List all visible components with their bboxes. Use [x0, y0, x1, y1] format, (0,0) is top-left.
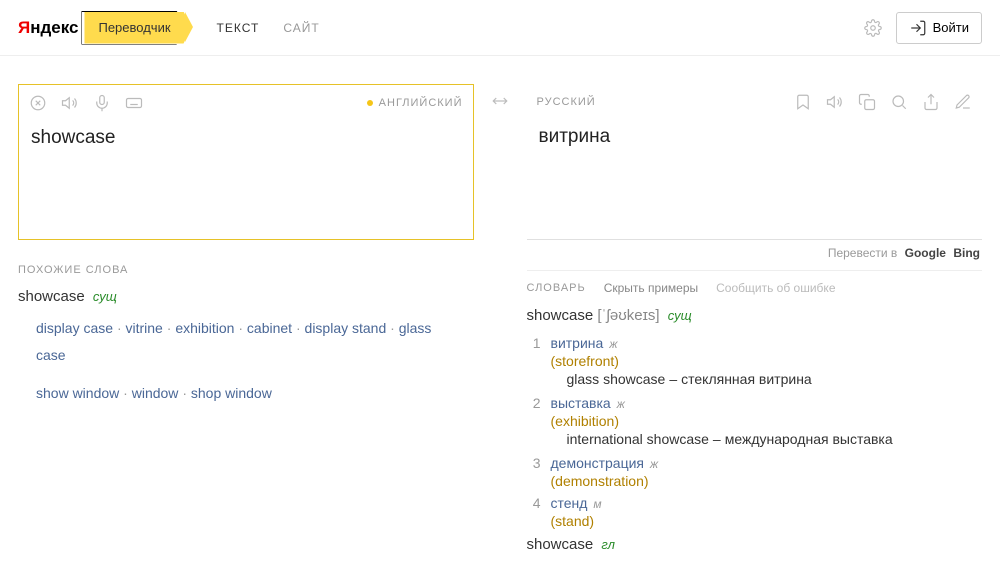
dict-word: showcase — [527, 307, 594, 324]
header: Яндекс Переводчик ТЕКСТ САЙТ Войти — [0, 0, 1000, 56]
logo-rest: ндекс — [30, 18, 78, 37]
dict-pos: сущ — [668, 308, 692, 323]
logo-product-wrap[interactable]: Переводчик — [82, 12, 184, 44]
target-lang[interactable]: РУССКИЙ — [537, 96, 596, 108]
similar-title: ПОХОЖИЕ СЛОВА — [18, 264, 128, 276]
close-icon[interactable] — [29, 94, 47, 112]
dict-headword: showcase [ˈʃəʊkeɪs] сущ — [527, 303, 979, 328]
source-lang-label: АНГЛИЙСКИЙ — [379, 97, 463, 109]
header-right: Войти — [864, 12, 982, 44]
dictionary-title: СЛОВАРЬ — [527, 282, 586, 294]
similar-section: ПОХОЖИЕ СЛОВА showcase сущ display case … — [18, 240, 474, 413]
translate-in-label: Перевести в — [828, 246, 897, 260]
synonym-link[interactable]: window — [132, 385, 179, 401]
edit-icon[interactable] — [954, 93, 972, 111]
nav-tabs: ТЕКСТ САЙТ — [217, 21, 320, 35]
target-toolbar: РУССКИЙ — [527, 84, 983, 120]
dict-pos-2: гл — [601, 537, 615, 552]
dict-headword-2: showcase гл — [527, 532, 979, 557]
dict-ipa: [ˈʃəʊkeɪs] — [597, 307, 659, 324]
dict-translation[interactable]: выставка — [551, 395, 611, 411]
dict-gender: ж — [617, 397, 625, 411]
hide-examples-link[interactable]: Скрыть примеры — [604, 281, 698, 295]
dict-sense: 3 демонстрация ж (demonstration) — [527, 452, 979, 492]
dict-gloss: (demonstration) — [551, 471, 979, 489]
tab-text[interactable]: ТЕКСТ — [217, 21, 260, 35]
share-icon[interactable] — [922, 93, 940, 111]
engine-bing[interactable]: Bing — [953, 246, 980, 260]
synonym-link[interactable]: show window — [36, 385, 119, 401]
dict-sense: 4 стенд м (stand) — [527, 492, 979, 532]
report-error-link[interactable]: Сообщить об ошибке — [716, 281, 835, 295]
dict-num: 2 — [527, 395, 541, 449]
dict-num: 4 — [527, 495, 541, 529]
source-input[interactable]: showcase — [19, 121, 473, 161]
login-label: Войти — [933, 20, 969, 35]
login-icon — [909, 19, 927, 37]
source-box: АНГЛИЙСКИЙ showcase — [18, 84, 474, 240]
dict-gender: ж — [650, 457, 658, 471]
dict-word-2: showcase — [527, 536, 594, 553]
synonym-link[interactable]: exhibition — [175, 320, 234, 336]
dict-gloss: (exhibition) — [551, 411, 979, 429]
tab-site[interactable]: САЙТ — [283, 21, 319, 35]
swap-column — [484, 84, 516, 557]
dictionary-bar: СЛОВАРЬ Скрыть примеры Сообщить об ошибк… — [527, 270, 983, 303]
target-output: витрина — [527, 120, 983, 160]
login-button[interactable]: Войти — [896, 12, 982, 44]
target-box: РУССКИЙ витрина — [527, 84, 983, 240]
dict-num: 3 — [527, 455, 541, 489]
keyboard-icon[interactable] — [125, 94, 143, 112]
speaker-icon[interactable] — [826, 93, 844, 111]
synonym-group-1: display case · vitrine · exhibition · ca… — [18, 309, 448, 374]
copy-icon[interactable] — [858, 93, 876, 111]
dict-gloss: (stand) — [551, 511, 979, 529]
main: АНГЛИЙСКИЙ showcase ПОХОЖИЕ СЛОВА showca… — [0, 56, 1000, 557]
synonym-link[interactable]: shop window — [191, 385, 272, 401]
mic-icon[interactable] — [93, 94, 111, 112]
target-pane: РУССКИЙ витрина Перевести в Google Bing … — [516, 84, 1000, 557]
source-toolbar: АНГЛИЙСКИЙ — [19, 85, 473, 121]
synonym-group-2: show window · window · shop window — [18, 374, 448, 413]
dict-sense: 2 выставка ж (exhibition) international … — [527, 392, 979, 452]
translate-in-bar: Перевести в Google Bing — [527, 240, 983, 270]
lang-dot-icon — [367, 100, 373, 106]
dict-gender: ж — [609, 337, 617, 351]
dict-translation[interactable]: демонстрация — [551, 455, 645, 471]
engine-google[interactable]: Google — [905, 246, 946, 260]
similar-pos: сущ — [93, 289, 117, 304]
synonym-link[interactable]: display case — [36, 320, 113, 336]
speaker-icon[interactable] — [61, 94, 79, 112]
search-icon[interactable] — [890, 93, 908, 111]
swap-icon[interactable] — [491, 92, 509, 110]
synonym-link[interactable]: cabinet — [247, 320, 292, 336]
dict-example: glass showcase–стеклянная витрина — [551, 369, 979, 389]
logo-product: Переводчик — [98, 20, 170, 35]
dict-example: international showcase–международная выс… — [551, 429, 979, 449]
dict-senses: 1 витрина ж (storefront) glass showcase–… — [527, 328, 979, 532]
dictionary-scroll[interactable]: showcase [ˈʃəʊkeɪs] сущ 1 витрина ж (sto… — [527, 303, 983, 557]
dict-sense: 1 витрина ж (storefront) glass showcase–… — [527, 332, 979, 392]
synonym-link[interactable]: vitrine — [126, 320, 163, 336]
logo-letter: Я — [18, 18, 30, 37]
synonym-link[interactable]: display stand — [305, 320, 387, 336]
bookmark-icon[interactable] — [794, 93, 812, 111]
dict-gender: м — [593, 497, 601, 511]
dict-translation[interactable]: витрина — [551, 335, 604, 351]
logo-yandex[interactable]: Яндекс — [18, 18, 78, 38]
dict-num: 1 — [527, 335, 541, 389]
similar-headword: showcase сущ — [18, 284, 474, 309]
source-lang[interactable]: АНГЛИЙСКИЙ — [367, 97, 463, 109]
source-pane: АНГЛИЙСКИЙ showcase ПОХОЖИЕ СЛОВА showca… — [0, 84, 484, 557]
dict-translation[interactable]: стенд — [551, 495, 588, 511]
dict-gloss: (storefront) — [551, 351, 979, 369]
gear-icon[interactable] — [864, 19, 882, 37]
similar-word: showcase — [18, 288, 85, 305]
